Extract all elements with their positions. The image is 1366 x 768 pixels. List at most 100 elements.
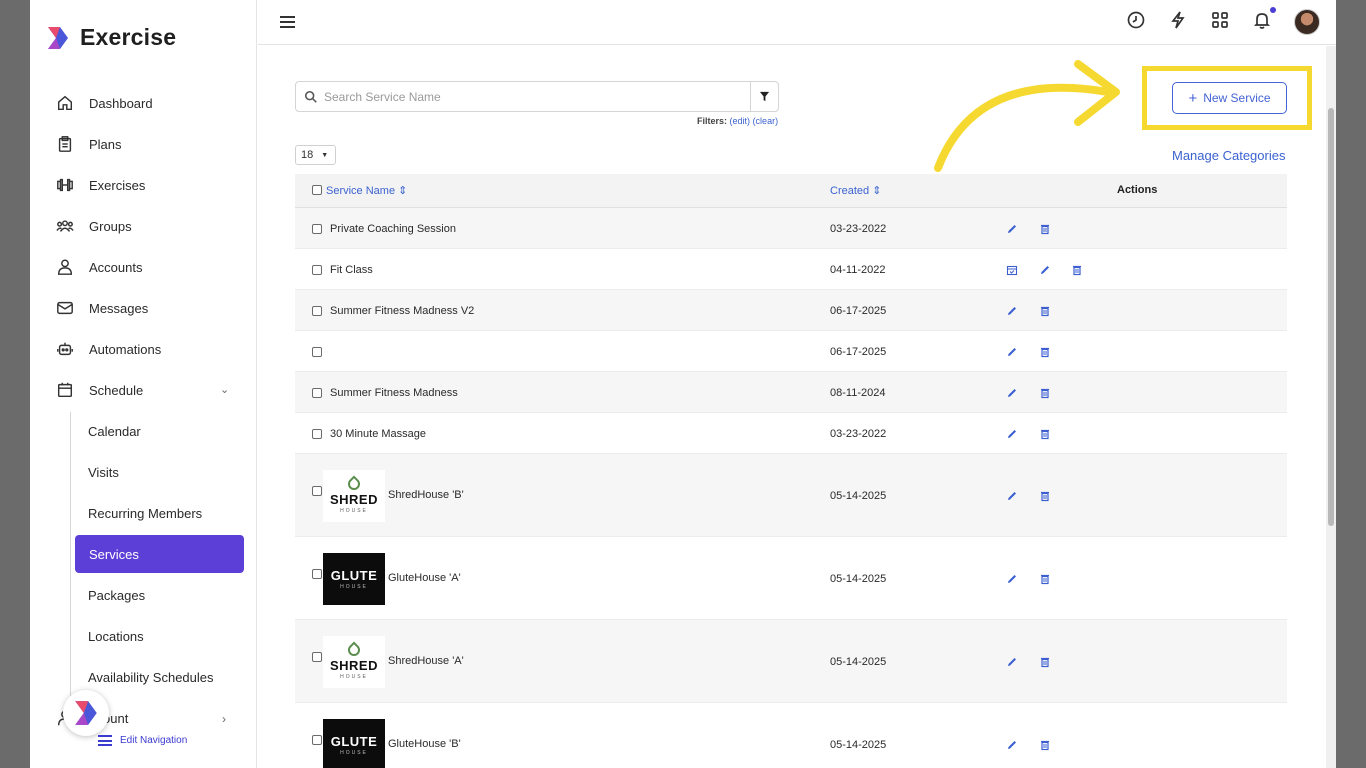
- service-name[interactable]: ShredHouse 'B': [388, 489, 464, 501]
- table-row[interactable]: GLUTE HOUSE GluteHouse 'B' 05-14-2025: [295, 703, 1287, 768]
- row-checkbox[interactable]: [312, 347, 322, 357]
- trash-icon[interactable]: [1039, 223, 1053, 237]
- trash-icon[interactable]: [1071, 264, 1085, 278]
- edit-icon[interactable]: [1006, 573, 1020, 587]
- plus-icon: +: [1188, 89, 1198, 107]
- table-row[interactable]: 30 Minute Massage 03-23-2022: [295, 413, 1287, 454]
- chevron-down-icon[interactable]: ⌄: [220, 383, 229, 396]
- logo-icon: [75, 701, 97, 725]
- service-name[interactable]: GluteHouse 'B': [388, 738, 461, 750]
- sidebar-item-accounts[interactable]: Accounts: [55, 249, 142, 285]
- row-checkbox[interactable]: [312, 429, 322, 439]
- sidebar-item-dashboard[interactable]: Dashboard: [55, 85, 153, 121]
- row-checkbox[interactable]: [312, 265, 322, 275]
- sidebar-item-automations[interactable]: Automations: [55, 331, 161, 367]
- table-row[interactable]: SHRED HOUSE ShredHouse 'B' 05-14-2025: [295, 454, 1287, 537]
- edit-icon[interactable]: [1039, 264, 1053, 278]
- table-row[interactable]: Summer Fitness Madness V2 06-17-2025: [295, 290, 1287, 331]
- filters-edit-link[interactable]: (edit): [730, 116, 751, 126]
- topbar: [258, 0, 1336, 45]
- clock-icon[interactable]: [1126, 10, 1146, 35]
- row-checkbox[interactable]: [312, 569, 322, 579]
- trash-icon[interactable]: [1039, 305, 1053, 319]
- new-service-button[interactable]: + New Service: [1172, 82, 1287, 114]
- sidebar-item-recurring-members[interactable]: Recurring Members: [88, 506, 202, 521]
- help-launcher-button[interactable]: [63, 690, 109, 736]
- table-row[interactable]: Fit Class 04-11-2022: [295, 249, 1287, 290]
- sidebar-item-locations[interactable]: Locations: [88, 629, 144, 644]
- search-bar: [295, 81, 779, 112]
- sidebar-item-label: Exercises: [89, 177, 146, 193]
- column-created[interactable]: Created ⇕: [830, 184, 881, 197]
- avatar[interactable]: [1294, 9, 1320, 35]
- column-service-name[interactable]: Service Name ⇕: [326, 184, 407, 197]
- table-row[interactable]: Summer Fitness Madness 08-11-2024: [295, 372, 1287, 413]
- apps-grid-icon[interactable]: [1210, 10, 1230, 35]
- service-name[interactable]: ShredHouse 'A': [388, 655, 464, 667]
- schedule-icon[interactable]: [1006, 264, 1020, 278]
- created-date: 05-14-2025: [830, 656, 887, 668]
- service-name[interactable]: Summer Fitness Madness: [330, 387, 458, 399]
- trash-icon[interactable]: [1039, 428, 1053, 442]
- edit-icon[interactable]: [1006, 223, 1020, 237]
- filters-clear-link[interactable]: (clear): [753, 116, 779, 126]
- sidebar-item-exercises[interactable]: Exercises: [55, 167, 145, 203]
- service-name[interactable]: GluteHouse 'A': [388, 572, 461, 584]
- services-table: Service Name ⇕ Created ⇕ Actions Private…: [295, 174, 1287, 768]
- edit-icon[interactable]: [1006, 346, 1020, 360]
- edit-icon[interactable]: [1006, 656, 1020, 670]
- trash-icon[interactable]: [1039, 346, 1053, 360]
- trash-icon[interactable]: [1039, 387, 1053, 401]
- table-row[interactable]: 06-17-2025: [295, 331, 1287, 372]
- column-label: Service Name: [326, 185, 396, 197]
- table-row[interactable]: GLUTE HOUSE GluteHouse 'A' 05-14-2025: [295, 537, 1287, 620]
- submenu-guide-line: [70, 412, 71, 702]
- per-page-select[interactable]: 18 ▼: [295, 145, 336, 165]
- service-name[interactable]: Fit Class: [330, 264, 373, 276]
- row-checkbox[interactable]: [312, 735, 322, 745]
- bell-icon[interactable]: [1252, 6, 1276, 35]
- edit-icon[interactable]: [1006, 739, 1020, 753]
- sidebar-item-visits[interactable]: Visits: [88, 465, 119, 480]
- row-checkbox[interactable]: [312, 306, 322, 316]
- sidebar-item-services[interactable]: Services: [75, 535, 244, 573]
- sidebar-item-availability-schedules[interactable]: Availability Schedules: [88, 670, 214, 685]
- trash-icon[interactable]: [1039, 573, 1053, 587]
- created-date: 03-23-2022: [830, 428, 887, 440]
- sidebar-item-messages[interactable]: Messages: [55, 290, 148, 326]
- thumbnail-subtext: HOUSE: [340, 508, 368, 514]
- edit-navigation-link[interactable]: Edit Navigation: [98, 735, 187, 746]
- edit-icon[interactable]: [1006, 387, 1020, 401]
- search-input[interactable]: [318, 89, 750, 104]
- row-checkbox[interactable]: [312, 652, 322, 662]
- sidebar-item-schedule[interactable]: Schedule: [55, 372, 143, 408]
- manage-categories-link[interactable]: Manage Categories: [1172, 148, 1285, 163]
- table-row[interactable]: Private Coaching Session 03-23-2022: [295, 208, 1287, 249]
- service-name[interactable]: Private Coaching Session: [330, 223, 456, 235]
- sidebar-item-groups[interactable]: Groups: [55, 208, 132, 244]
- edit-icon[interactable]: [1006, 490, 1020, 504]
- chevron-right-icon[interactable]: ›: [222, 712, 226, 726]
- lightning-icon[interactable]: [1168, 10, 1188, 35]
- filter-button[interactable]: [750, 82, 778, 111]
- edit-icon[interactable]: [1006, 428, 1020, 442]
- scrollbar[interactable]: [1326, 46, 1336, 768]
- sidebar-item-packages[interactable]: Packages: [88, 588, 145, 603]
- table-row[interactable]: SHRED HOUSE ShredHouse 'A' 05-14-2025: [295, 620, 1287, 703]
- edit-icon[interactable]: [1006, 305, 1020, 319]
- row-checkbox[interactable]: [312, 388, 322, 398]
- select-all-checkbox[interactable]: [312, 185, 322, 195]
- app-logo[interactable]: Exercise: [46, 24, 176, 51]
- row-checkbox[interactable]: [312, 486, 322, 496]
- sidebar-item-plans[interactable]: Plans: [55, 126, 122, 162]
- service-name[interactable]: 30 Minute Massage: [330, 428, 426, 440]
- menu-icon[interactable]: [280, 16, 295, 28]
- trash-icon[interactable]: [1039, 490, 1053, 504]
- service-name[interactable]: Summer Fitness Madness V2: [330, 305, 474, 317]
- sidebar-item-calendar[interactable]: Calendar: [88, 424, 141, 439]
- app-frame: Exercise Dashboard Plans Exercises Group…: [30, 0, 1336, 768]
- trash-icon[interactable]: [1039, 656, 1053, 670]
- row-checkbox[interactable]: [312, 224, 322, 234]
- scrollbar-thumb[interactable]: [1328, 108, 1334, 526]
- trash-icon[interactable]: [1039, 739, 1053, 753]
